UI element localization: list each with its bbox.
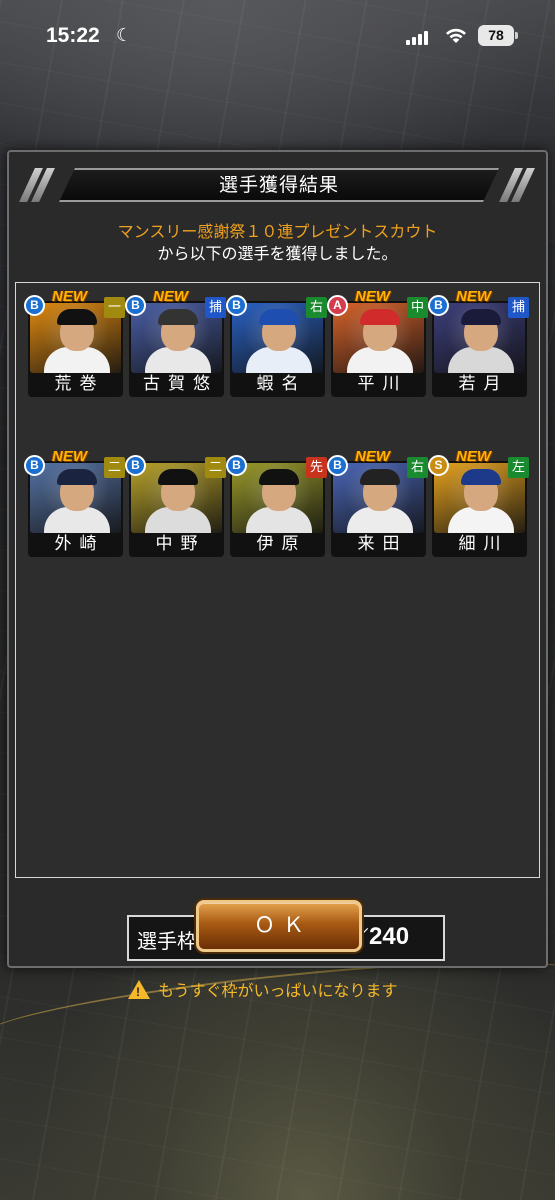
player-name: 若月	[458, 374, 509, 394]
player-card[interactable]: 細川 S 左 NEW	[428, 448, 529, 557]
player-name: 来田	[357, 534, 408, 554]
rank-badge: B	[125, 295, 146, 316]
wifi-icon	[446, 28, 466, 43]
position-badge: 先	[306, 457, 327, 478]
new-badge: NEW	[456, 448, 491, 465]
player-name: 古賀悠	[143, 374, 218, 394]
new-badge: NEW	[52, 288, 87, 305]
player-card[interactable]: 来田 B 右 NEW	[327, 448, 428, 557]
rank-badge: B	[24, 455, 45, 476]
player-card[interactable]: 平川 A 中 NEW	[327, 288, 428, 397]
rank-badge: B	[226, 295, 247, 316]
rank-badge: B	[327, 455, 348, 476]
title-decoration-left	[19, 168, 55, 202]
new-badge: NEW	[355, 448, 390, 465]
status-bar: 15:22 ☾ 78	[0, 0, 555, 70]
player-name: 外崎	[54, 534, 105, 554]
player-card[interactable]: 古賀悠 B 捕 NEW	[125, 288, 226, 397]
player-name: 平川	[357, 374, 408, 394]
scout-name: マンスリー感謝祭１０連プレゼントスカウト	[117, 222, 438, 241]
player-name: 荒巻	[54, 374, 105, 394]
battery-indicator: 78	[478, 25, 518, 46]
roster-warning: ! もうすぐ枠がいっぱいになります	[128, 977, 398, 1001]
player-card[interactable]: 中野 B 二	[125, 455, 226, 557]
new-badge: NEW	[456, 288, 491, 305]
warning-text: もうすぐ枠がいっぱいになります	[158, 981, 398, 1000]
rank-badge: B	[125, 455, 146, 476]
position-badge: 二	[104, 457, 125, 478]
ok-button[interactable]: ＯＫ	[196, 900, 362, 952]
player-name: 中野	[155, 534, 206, 554]
result-message: から以下の選手を獲得しました。	[157, 244, 398, 263]
new-badge: NEW	[52, 448, 87, 465]
dialog-title: 選手獲得結果	[218, 174, 339, 196]
rank-badge: B	[428, 295, 449, 316]
title-decoration-right	[499, 168, 535, 202]
new-badge: NEW	[355, 288, 390, 305]
position-badge: 二	[205, 457, 226, 478]
position-badge: 一	[104, 297, 125, 318]
rank-badge: A	[327, 295, 348, 316]
position-badge: 捕	[205, 297, 226, 318]
position-badge: 左	[508, 457, 529, 478]
rank-badge: S	[428, 455, 449, 476]
player-card[interactable]: 伊原 B 先	[226, 455, 327, 557]
position-badge: 捕	[508, 297, 529, 318]
player-card[interactable]: 蝦名 B 右	[226, 295, 327, 397]
moon-icon: ☾	[116, 25, 133, 46]
player-card[interactable]: 荒巻 B 一 NEW	[24, 288, 125, 397]
new-badge: NEW	[153, 288, 188, 305]
player-list-panel: 荒巻 B 一 NEW 古賀悠 B 捕 NEW 蝦名 B 右平川 A 中 NEW 若月 B 捕 NEW 外崎 B 二 NEW…	[15, 282, 540, 1000]
roster-max: 240	[369, 923, 410, 950]
rank-badge: B	[24, 295, 45, 316]
position-badge: 右	[306, 297, 327, 318]
player-card[interactable]: 若月 B 捕 NEW	[428, 288, 529, 397]
player-name: 細川	[458, 534, 509, 554]
player-card[interactable]: 外崎 B 二 NEW	[24, 448, 125, 557]
status-time: 15:22	[46, 24, 100, 47]
scout-result-dialog: 選手獲得結果 マンスリー感謝祭１０連プレゼントスカウト から以下の選手を獲得しま…	[7, 150, 548, 1000]
warning-icon: !	[128, 979, 150, 999]
cellular-signal-icon	[406, 29, 428, 45]
rank-badge: B	[226, 455, 247, 476]
player-name: 伊原	[256, 534, 307, 554]
player-name: 蝦名	[256, 374, 307, 394]
position-badge: 中	[407, 297, 428, 318]
position-badge: 右	[407, 457, 428, 478]
